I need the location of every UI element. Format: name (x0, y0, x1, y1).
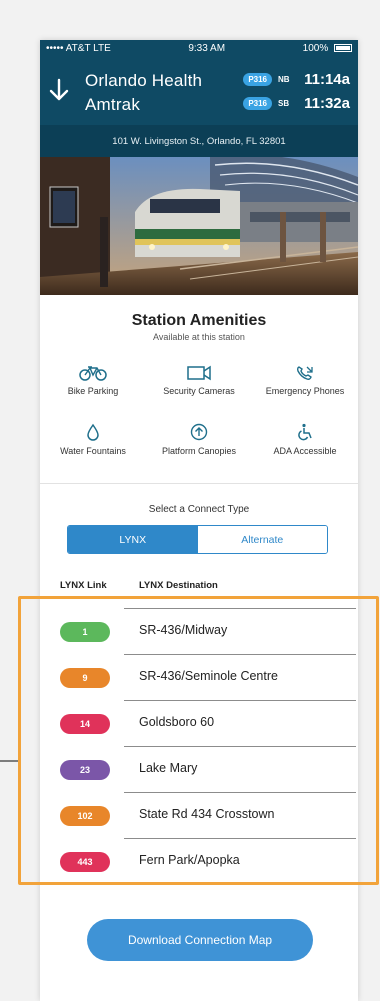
route-badge: P316 (243, 73, 272, 86)
departure-time: 11:14a (304, 71, 350, 88)
status-bar: ••••• AT&T LTE 9:33 AM 100% (40, 40, 358, 57)
battery-icon (334, 44, 352, 53)
departure-southbound[interactable]: P316 SB 11:32a (243, 95, 350, 112)
back-arrow-icon[interactable] (46, 77, 72, 103)
station-amenities: Station Amenities Available at this stat… (40, 295, 358, 483)
tab-alternate[interactable]: Alternate (197, 526, 327, 553)
amenity-label: Emergency Phones (265, 386, 345, 396)
station-address: 101 W. Livingston St., Orlando, FL 32801 (40, 125, 358, 157)
column-header-link: LYNX Link (60, 580, 107, 591)
route-badge: P316 (243, 97, 272, 110)
camera-icon (187, 365, 211, 381)
amenity-label: Bike Parking (67, 386, 119, 396)
amenity-label: Security Cameras (163, 386, 235, 396)
amenity-water-fountains: Water Fountains (40, 423, 146, 456)
departure-northbound[interactable]: P316 NB 11:14a (243, 71, 350, 88)
tab-lynx[interactable]: LYNX (68, 526, 198, 553)
phone-icon (296, 366, 313, 380)
direction-label: NB (278, 75, 290, 84)
station-photo-image (40, 157, 358, 295)
section-divider (40, 483, 358, 484)
carrier: ••••• AT&T LTE (46, 43, 111, 54)
station-name-line2: Amtrak (85, 95, 141, 114)
station-photo (40, 157, 358, 295)
departure-time: 11:32a (304, 95, 350, 112)
bike-icon (79, 366, 107, 381)
amenity-label: Platform Canopies (161, 446, 237, 456)
station-name-line1: Orlando Health (85, 71, 203, 90)
battery-indicator: 100% (303, 43, 352, 54)
lynx-table-highlight (18, 596, 379, 885)
amenity-label: ADA Accessible (273, 446, 337, 456)
amenity-security-cameras: Security Cameras (146, 365, 252, 396)
clock: 9:33 AM (188, 43, 226, 54)
amenity-ada-accessible: ADA Accessible (252, 423, 358, 456)
callout-line (0, 760, 18, 762)
water-drop-icon (87, 423, 99, 441)
amenity-label: Water Fountains (60, 446, 126, 456)
connect-type-label: Select a Connect Type (148, 504, 250, 515)
amenity-emergency-phones: Emergency Phones (252, 365, 358, 396)
battery-percent: 100% (302, 43, 329, 54)
station-name: Orlando Health Amtrak (85, 69, 202, 117)
canopy-icon (190, 423, 208, 441)
connect-type-toggle: LYNX Alternate (67, 525, 328, 554)
amenities-title: Station Amenities (131, 312, 267, 329)
amenity-bike-parking: Bike Parking (40, 365, 146, 396)
column-header-destination: LYNX Destination (139, 580, 218, 591)
direction-label: SB (278, 99, 290, 108)
amenity-platform-canopies: Platform Canopies (146, 423, 252, 456)
station-header: Orlando Health Amtrak P316 NB 11:14a P31… (40, 57, 358, 125)
amenities-subtitle: Available at this station (153, 332, 245, 342)
download-connection-map-button[interactable]: Download Connection Map (87, 919, 313, 961)
wheelchair-icon (298, 423, 312, 441)
